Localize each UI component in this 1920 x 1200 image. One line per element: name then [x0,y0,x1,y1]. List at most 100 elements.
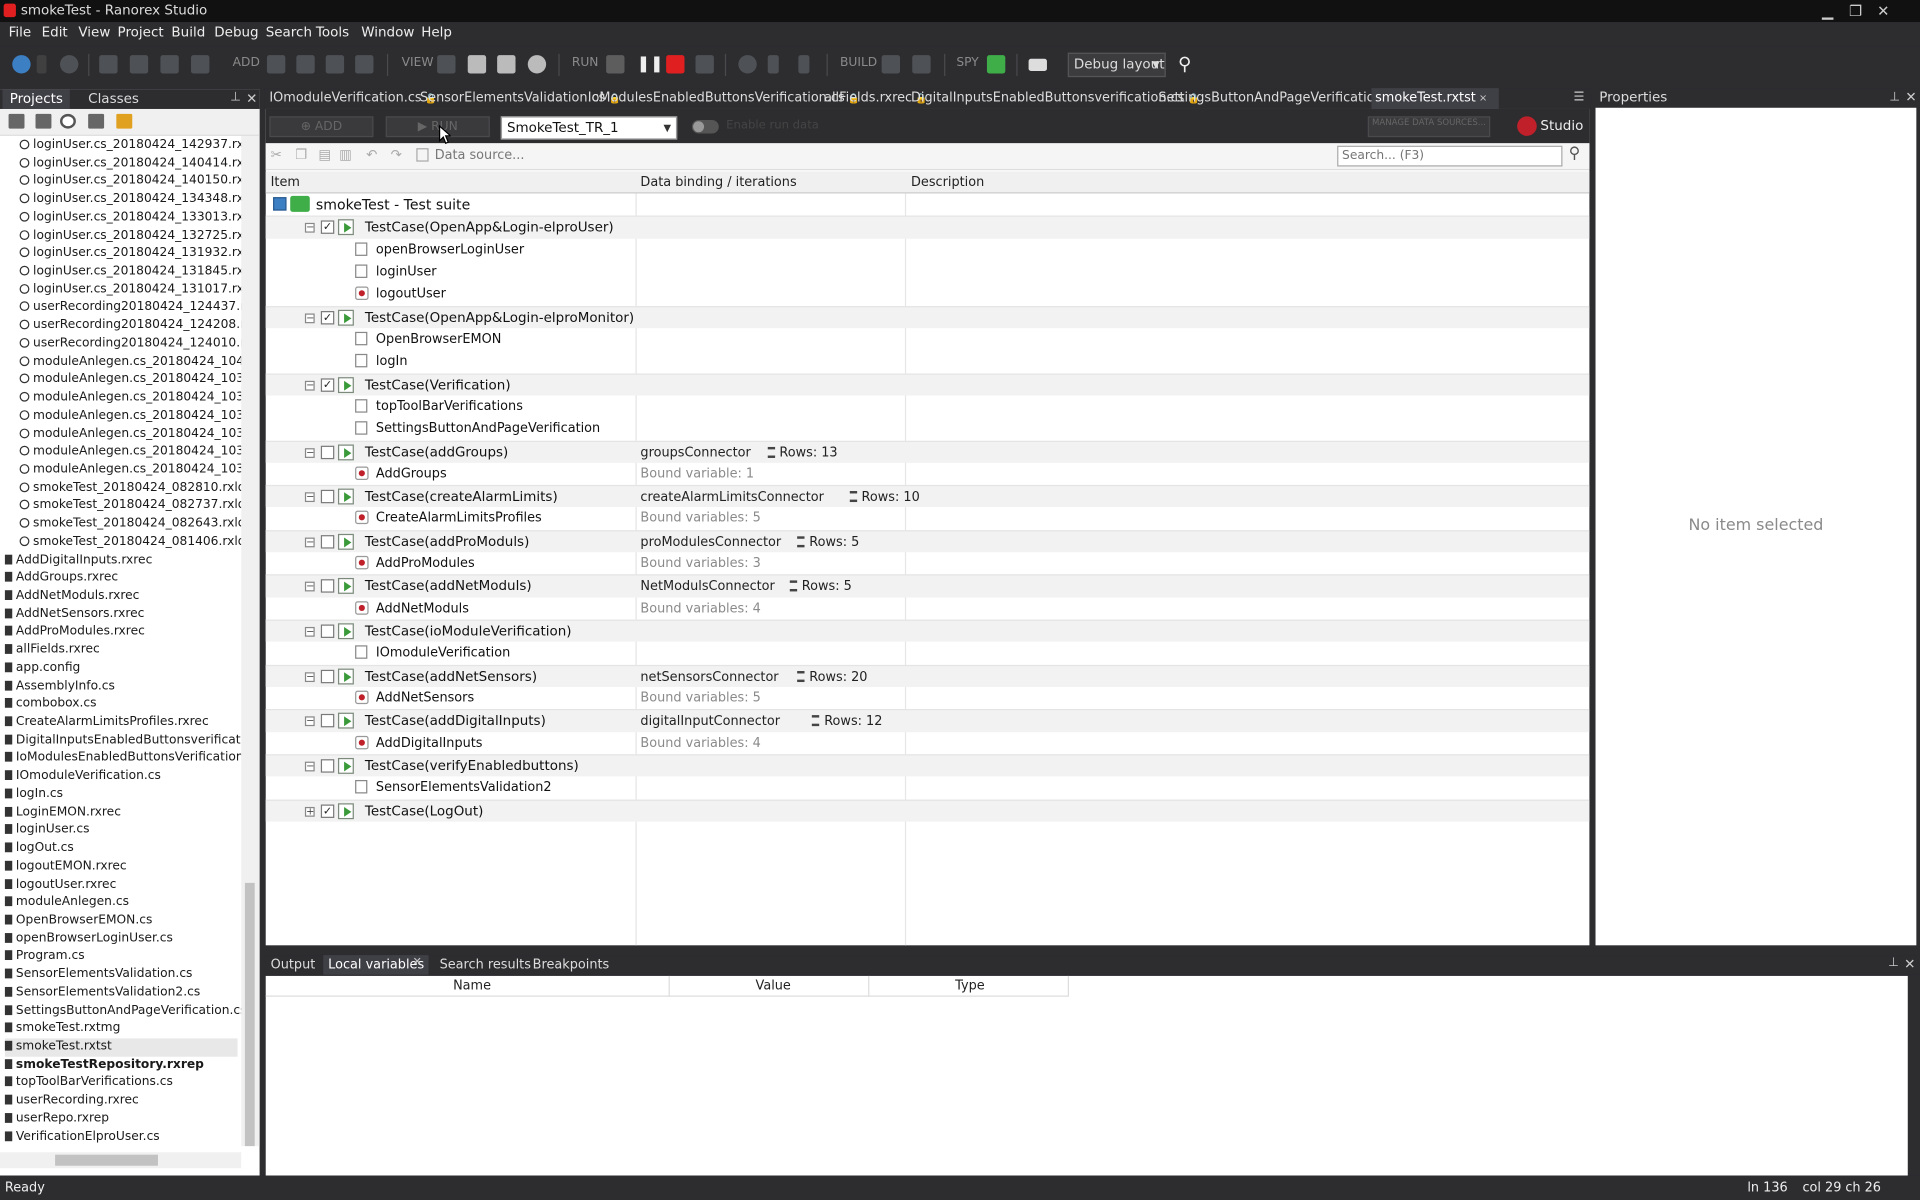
file-item[interactable]: loginUser.cs_20180424_131932.rxlog [19,245,241,263]
collapse-icon[interactable]: − [304,537,315,548]
save-all-icon[interactable] [191,55,210,74]
file-item[interactable]: userRecording20180424_124208.rxlog [19,317,241,335]
test-case-row[interactable]: − TestCase(createAlarmLimits) createAlarmL… [265,485,1590,508]
pin-icon[interactable]: ⊥ [1888,956,1899,969]
module-row[interactable]: AddGroups Bound variable: 1 [266,463,1590,485]
test-case-row[interactable]: − TestCase(addDigitalInputs) digitalInputC… [265,709,1590,732]
minimize-icon[interactable]: ▁ [1822,0,1833,22]
cut-icon[interactable]: ✂ [271,147,282,163]
menu-debug[interactable]: Debug [214,24,258,40]
file-item[interactable]: loginUser.cs_20180424_131845.rxlog [19,263,241,281]
document-tab[interactable]: IOmoduleVerification.cs 🔒 [266,88,437,109]
view-network-icon[interactable] [527,55,547,74]
menu-help[interactable]: Help [421,24,452,40]
module-row[interactable]: openBrowserLoginUser [266,238,1590,260]
close-panel-icon[interactable]: ✕ [1904,956,1915,972]
collapse-icon[interactable]: − [304,492,315,503]
file-item[interactable]: IoModulesEnabledButtonsVerification.cs [4,750,241,768]
new-icon[interactable] [99,55,118,74]
file-item[interactable]: moduleAnlegen.cs_20180424_103556 [19,444,241,462]
stop-icon[interactable] [666,55,685,74]
test-case-row[interactable]: − ✓ TestCase(OpenApp&Login-elproMonitor) [265,305,1590,329]
file-item[interactable]: AddNetSensors.rxrec [4,606,144,624]
module-row[interactable]: AddNetModuls Bound variables: 4 [266,597,1590,619]
add-button[interactable]: ⊕ ADD [269,116,374,138]
col-name[interactable]: Name [453,976,491,997]
build-icon[interactable] [881,55,901,74]
test-case-row[interactable]: − TestCase(ioModuleVerification) [265,619,1590,643]
tab-output[interactable]: Output [271,955,316,975]
module-row[interactable]: OpenBrowserEMON [266,328,1590,350]
module-row[interactable]: loginUser [266,261,1590,283]
module-row[interactable]: AddDigitalInputs Bound variables: 4 [266,732,1590,754]
maximize-icon[interactable]: ❐ [1849,0,1862,22]
file-item[interactable]: SensorElementsValidation2.cs [4,984,200,1002]
collapse-icon[interactable]: − [304,716,315,727]
test-case-checkbox[interactable]: ✓ [320,310,335,324]
file-item[interactable]: loginUser.cs_20180424_132725.rxlog [19,227,241,245]
col-item[interactable]: Item [271,171,300,193]
step-over-icon[interactable] [738,55,757,74]
file-item[interactable]: logOut.cs [4,840,74,858]
file-item[interactable]: CreateAlarmLimitsProfiles.rxrec [4,714,209,732]
file-item[interactable]: SensorElementsValidation.cs [4,966,193,984]
file-item[interactable]: moduleAnlegen.cs_20180424_103750 [19,408,241,426]
document-tab[interactable]: IoModulesEnabledButtonsVerification.cs 🔒 [584,88,860,109]
pin-icon[interactable]: ⊥ [230,91,241,104]
open-icon[interactable] [129,55,149,74]
data-binding[interactable]: groupsConnector [640,441,750,463]
file-item[interactable]: smokeTest_20180424_082810.rxlog [19,480,241,498]
spy-icon[interactable] [986,55,1006,74]
file-item[interactable]: smokeTest.rxtst [4,1038,238,1057]
step-out-icon[interactable] [798,55,810,74]
file-item[interactable]: smokeTest.rxtmg [4,1020,120,1038]
file-item[interactable]: AssemblyInfo.cs [4,678,115,696]
file-item[interactable]: app.config [4,660,80,678]
show-all-icon[interactable] [35,113,52,129]
file-item[interactable]: loginUser.cs_20180424_134348.rxlog [19,191,241,209]
file-item[interactable]: AddDigitalInputs.rxrec [4,552,152,570]
test-case-row[interactable]: − ✓ TestCase(OpenApp&Login-elproUser) [265,215,1590,239]
run-data-toggle[interactable] [691,120,719,134]
test-case-checkbox[interactable]: ✓ [320,377,335,392]
data-binding[interactable]: proModulesConnector [640,531,781,553]
file-item[interactable]: allFields.rxrec [4,642,100,660]
col-value[interactable]: Value [756,976,791,997]
close-tab-icon[interactable]: ✕ [1476,93,1487,104]
back-icon[interactable] [12,55,31,74]
undo-icon[interactable]: ↶ [366,147,377,163]
test-case-row[interactable]: − TestCase(addProModuls) proModulesConnect… [265,529,1590,553]
layout-select[interactable]: Debug layout ▼ [1067,52,1166,78]
refresh-icon[interactable] [60,113,76,129]
module-row[interactable]: SensorElementsValidation2 [266,777,1590,799]
file-item[interactable]: VerificationElproUser.cs [4,1128,160,1146]
add-code-icon[interactable] [296,55,315,74]
file-item[interactable]: IOmoduleVerification.cs [4,768,161,786]
copy-icon[interactable]: ❐ [295,147,307,163]
file-item[interactable]: smokeTestRepository.rxrep [4,1056,204,1074]
layout-settings-icon[interactable] [1028,58,1047,72]
test-case-row[interactable]: + ✓ TestCase(LogOut) [265,799,1590,822]
menu-search[interactable]: Search [266,24,312,40]
test-case-row[interactable]: − TestCase(verifyEnabledbuttons) [265,754,1590,777]
tab-classes[interactable]: Classes [81,89,146,109]
file-item[interactable]: AddGroups.rxrec [4,570,118,588]
file-item[interactable]: loginUser.cs [4,822,90,840]
collapse-icon[interactable]: − [304,223,315,234]
menu-file[interactable]: File [9,24,32,40]
run-config-select[interactable]: SmokeTest_TR_1 ▼ [500,116,678,140]
file-item[interactable]: loginUser.cs_20180424_140414.rxlog [19,155,241,173]
module-row[interactable]: SettingsButtonAndPageVerification [266,418,1590,440]
manage-data-sources-button[interactable]: MANAGE DATA SOURCES... [1367,116,1491,138]
document-tab[interactable]: SensorElementsValidation.cs 🔒 [416,88,621,109]
collapse-icon[interactable] [8,113,25,129]
file-item[interactable]: moduleAnlegen.cs [4,894,129,912]
file-item[interactable]: LoginEMON.rxrec [4,804,121,822]
forward-icon[interactable] [60,55,79,74]
open-folder-icon[interactable] [116,113,133,129]
search-input[interactable] [1337,145,1563,167]
file-item[interactable]: userRecording20180424_124437.rxlog [19,299,241,317]
module-row[interactable]: IOmoduleVerification [266,642,1590,664]
menu-tools[interactable]: Tools [316,24,349,40]
menu-build[interactable]: Build [171,24,205,40]
